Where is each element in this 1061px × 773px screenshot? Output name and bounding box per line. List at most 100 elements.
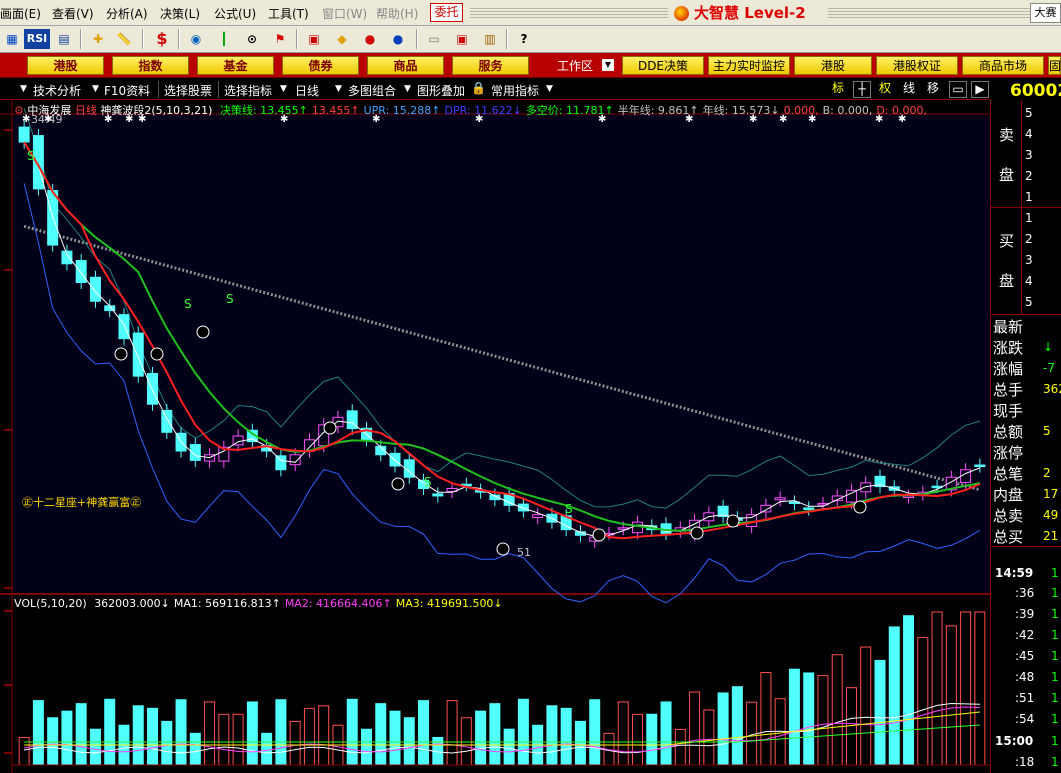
menu-analysis[interactable]: 分析(A)	[106, 5, 148, 22]
volume-bar	[175, 699, 187, 766]
tick-time: :39	[1015, 607, 1035, 621]
tick-time: :42	[1015, 628, 1035, 642]
tab-hk-stocks[interactable]: 港股	[27, 56, 104, 75]
tab-fixed[interactable]: 固	[1048, 56, 1061, 75]
crosshair-toggle-icon[interactable]: ┼	[853, 81, 871, 98]
tech-analysis-button[interactable]: 技术分析	[33, 82, 81, 99]
candle-body	[118, 314, 130, 340]
f10-button[interactable]: F10资料	[104, 82, 150, 99]
move-button[interactable]: 移	[924, 81, 942, 98]
note-icon[interactable]: ▭	[424, 29, 444, 49]
circle-a-icon[interactable]: ●	[360, 29, 380, 49]
multichart-dropdown-icon[interactable]: ▼	[333, 83, 344, 96]
circle-b-icon[interactable]: ●	[388, 29, 408, 49]
books-icon[interactable]: ▥	[480, 29, 500, 49]
tab-hk-stocks-2[interactable]: 港股	[794, 56, 872, 75]
chart-canvas[interactable]: ✱ ✱ ✱ ✱ ✱ ✱ ✱ ✱ ✱ ✱ ✱ ✱ ✱ ✱ ✱SS SSS	[0, 100, 990, 773]
f10-dropdown-icon[interactable]: ▼	[90, 83, 101, 96]
flag-icon[interactable]: ⚑	[270, 29, 290, 49]
play-icon[interactable]: ▶	[971, 81, 989, 98]
candle-body	[760, 504, 772, 513]
menu-formula[interactable]: 公式(U)	[214, 5, 256, 22]
select-indicator-button[interactable]: 选择指标	[224, 82, 272, 99]
mark-button[interactable]: 标	[829, 81, 847, 98]
tab-main-monitor[interactable]: 主力实时监控	[708, 56, 790, 75]
main-indicator-value: B: 0.000,	[822, 104, 873, 117]
volume-bar	[446, 700, 458, 766]
sell-level-1: 1	[1025, 190, 1033, 204]
buy-label-2: 盘	[999, 272, 1015, 290]
candle-body	[275, 455, 287, 471]
overlay-dropdown-icon[interactable]: ▼	[402, 83, 413, 96]
volume-bar	[147, 707, 159, 766]
period-dropdown-icon[interactable]: ▼	[278, 83, 289, 96]
workarea-label[interactable]: 工作区	[557, 57, 593, 74]
tab-hk-warrants[interactable]: 港股权证	[876, 56, 958, 75]
sell-level-3: 3	[1025, 148, 1033, 162]
window-icon[interactable]: ▣	[452, 29, 472, 49]
common-indicator-button[interactable]: 常用指标	[491, 82, 539, 99]
volume-bar	[61, 710, 73, 766]
main-indicator-value: 13.455↑	[311, 104, 360, 117]
volume-bar	[161, 720, 173, 766]
tab-bond[interactable]: 债券	[282, 56, 359, 75]
binoculars-icon[interactable]: ⊙	[242, 29, 262, 49]
ruler-icon[interactable]: 📏	[114, 29, 134, 49]
bars-icon[interactable]: ┃	[214, 29, 234, 49]
menu-window[interactable]: 窗口(W)	[322, 5, 367, 22]
window-toggle-icon[interactable]: ▭	[949, 81, 967, 98]
tab-fund[interactable]: 基金	[197, 56, 274, 75]
crosshair-icon[interactable]: ✚	[88, 29, 108, 49]
main-indicator-value: 多空价: 11.781↑	[525, 104, 614, 117]
volume-bar	[788, 668, 800, 766]
line-button[interactable]: 线	[900, 81, 918, 98]
volume-bar	[503, 728, 515, 766]
menu-tools[interactable]: 工具(T)	[268, 5, 309, 22]
volume-bar	[303, 707, 315, 766]
common-indicator-dropdown-icon[interactable]: ▼	[544, 83, 555, 96]
dollar-button[interactable]: $	[152, 29, 172, 49]
tick-price: 1	[1051, 712, 1059, 726]
tab-index[interactable]: 指数	[112, 56, 189, 75]
workarea-dropdown-icon[interactable]: ▼	[602, 59, 614, 71]
candle-body	[289, 454, 301, 466]
grid-view-icon[interactable]: ▦	[2, 29, 22, 49]
quote-table-icon[interactable]: ▤	[54, 29, 74, 49]
menu-screen[interactable]: 画面(E)	[0, 5, 41, 22]
menu-view[interactable]: 查看(V)	[52, 5, 94, 22]
menu-help[interactable]: 帮助(H)	[376, 5, 418, 22]
monitor-icon[interactable]: ▣	[304, 29, 324, 49]
volume-bar	[546, 705, 558, 766]
volume-bar	[674, 728, 686, 766]
volume-bar	[888, 626, 900, 766]
tick-time: :18	[1015, 755, 1035, 769]
tab-commodity-market[interactable]: 商品市场	[962, 56, 1044, 75]
brand-mark-icon	[674, 6, 689, 21]
rsi-button[interactable]: RSI	[24, 29, 50, 49]
tick-price: 1	[1051, 734, 1059, 748]
tick-price: 1	[1051, 607, 1059, 621]
period-button[interactable]: 日线	[295, 82, 319, 99]
help-pointer-icon[interactable]: ?	[514, 29, 534, 49]
tab-service[interactable]: 服务	[452, 56, 529, 75]
diamond-icon[interactable]: ◆	[332, 29, 352, 49]
lock-icon[interactable]: 🔒	[471, 81, 486, 98]
tab-dde[interactable]: DDE决策	[622, 56, 704, 75]
candle-body	[774, 497, 786, 501]
menu-decision[interactable]: 决策(L)	[160, 5, 200, 22]
rights-button[interactable]: 权	[876, 81, 894, 98]
brand-text: 大智慧 Level-2	[694, 4, 806, 22]
chart-area[interactable]: ✱ ✱ ✱ ✱ ✱ ✱ ✱ ✱ ✱ ✱ ✱ ✱ ✱ ✱ ✱ S S S S S ⚙ 中海发展 日线 神龚波段2(5,1…	[0, 100, 990, 773]
buy-signal-label: S	[226, 292, 234, 306]
contest-button[interactable]: 大赛	[1030, 3, 1061, 23]
indicator-name[interactable]: 神龚波段2(5,10,3,21)	[100, 104, 212, 117]
overlay-button[interactable]: 图形叠加	[417, 82, 465, 99]
settings-icon[interactable]: ⚙	[14, 104, 24, 117]
tech-analysis-dropdown-icon[interactable]: ▼	[18, 83, 29, 96]
multichart-button[interactable]: 多图组合	[348, 82, 396, 99]
select-stock-button[interactable]: 选择股票	[164, 82, 212, 99]
sequence-icon[interactable]: ◉	[186, 29, 206, 49]
entrust-button[interactable]: 委托	[430, 3, 463, 22]
tab-commodity[interactable]: 商品	[367, 56, 444, 75]
volume-indicator-name[interactable]: VOL(5,10,20)	[14, 597, 87, 610]
